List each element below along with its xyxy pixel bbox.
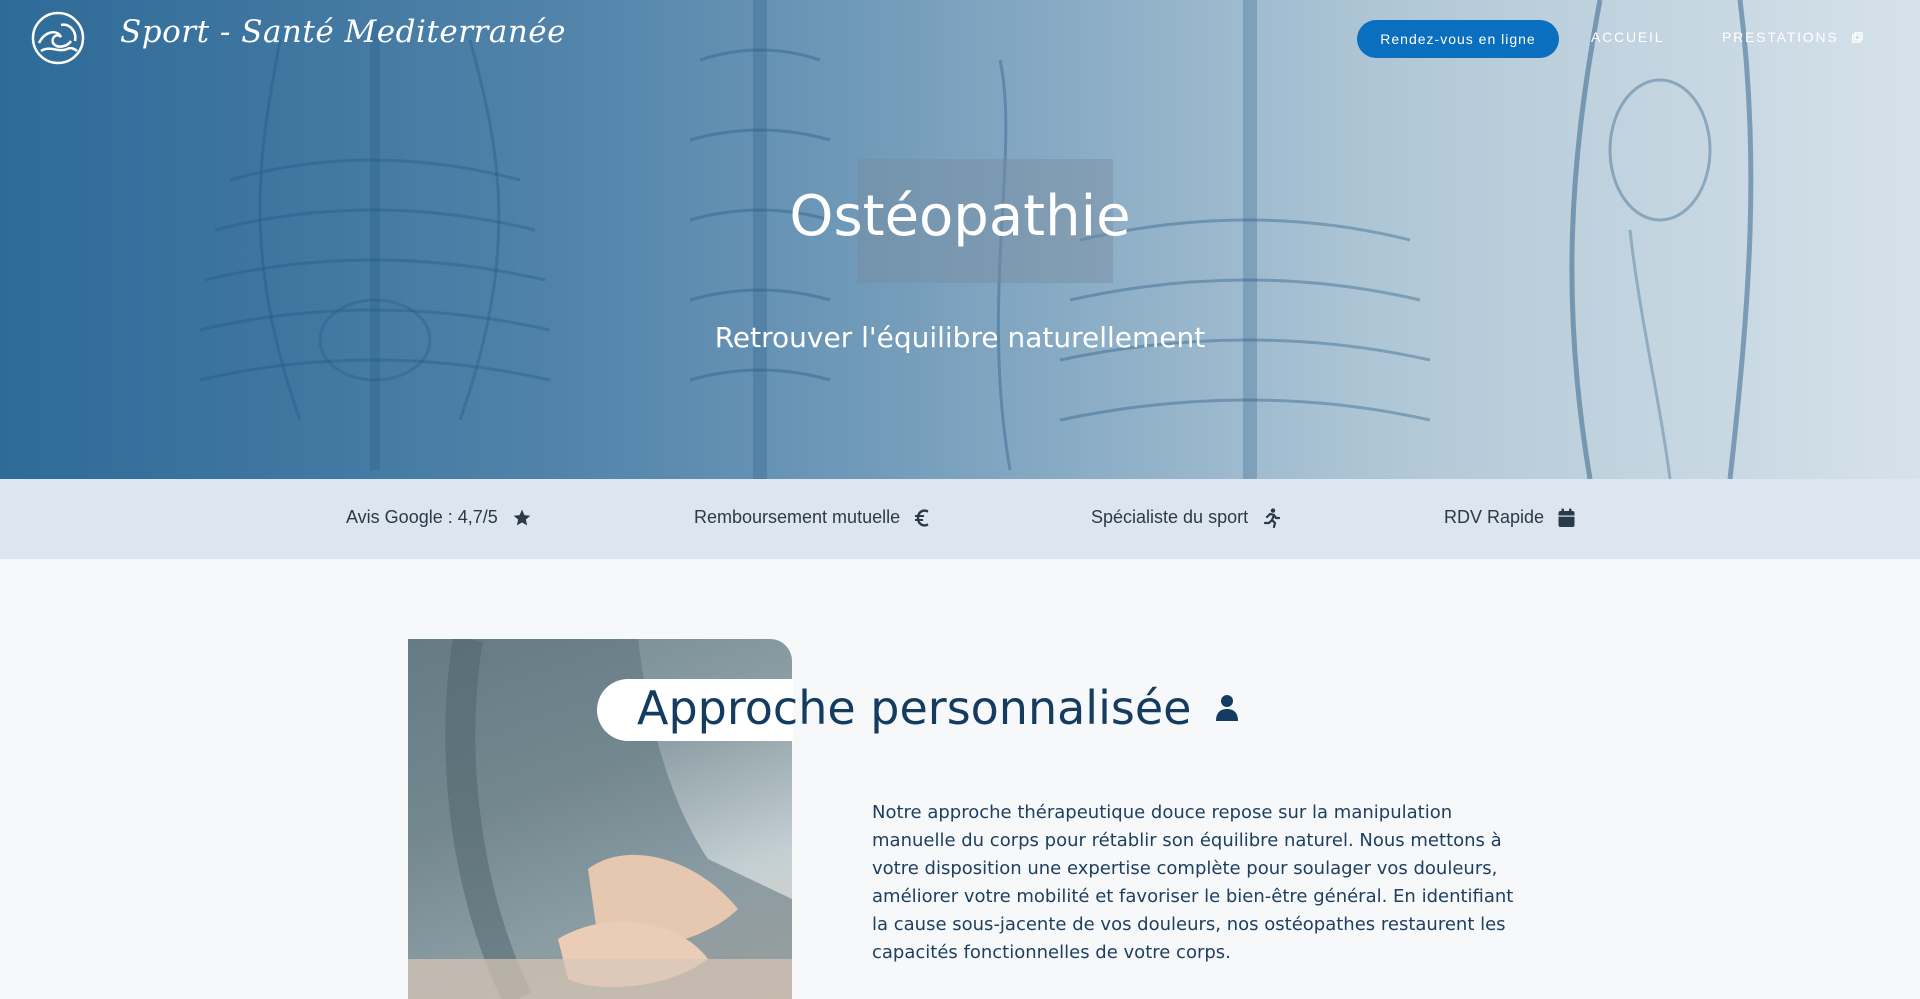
online-appointment-button[interactable]: Rendez-vous en ligne — [1357, 20, 1559, 58]
feature-rdv: RDV Rapide — [1444, 507, 1575, 528]
feature-label: RDV Rapide — [1444, 507, 1545, 527]
nav-prestations-label: PRESTATIONS — [1722, 29, 1839, 45]
nav-accueil-label: ACCUEIL — [1591, 29, 1665, 45]
section-description: Notre approche thérapeutique douce repos… — [872, 802, 1514, 963]
copy-icon — [1852, 32, 1863, 43]
hero-title: Ostéopathie — [789, 184, 1131, 249]
hero-subtitle: Retrouver l'équilibre naturellement — [714, 321, 1206, 354]
feature-google-rating: Avis Google : 4,7/5 — [346, 507, 532, 528]
section-title: Approche personnalisée — [637, 681, 1239, 735]
feature-mutuelle: Remboursement mutuelle — [694, 507, 930, 528]
feature-label: Spécialiste du sport — [1091, 507, 1249, 527]
brand-name[interactable]: Sport - Santé Mediterranée — [120, 14, 566, 50]
calendar-icon — [1558, 508, 1575, 527]
features-bar: Avis Google : 4,7/5 Remboursement mutuel… — [0, 479, 1920, 559]
nav-accueil[interactable]: ACCUEIL — [1591, 29, 1664, 45]
wave-logo-icon[interactable] — [31, 11, 85, 65]
user-icon — [1216, 695, 1239, 721]
feature-sport: Spécialiste du sport — [1091, 507, 1281, 528]
runner-icon — [1263, 507, 1281, 528]
feature-label: Remboursement mutuelle — [694, 507, 901, 527]
main-content: Approche personnalisée Notre approche th… — [0, 559, 1920, 999]
feature-label: Avis Google : 4,7/5 — [346, 507, 498, 527]
hero-banner: Sport - Santé Mediterranée Rendez-vous e… — [0, 0, 1920, 479]
nav-prestations[interactable]: PRESTATIONS — [1722, 29, 1863, 45]
euro-icon — [915, 508, 929, 527]
section-title-text: Approche personnalisée — [637, 681, 1192, 735]
star-icon — [513, 509, 531, 525]
